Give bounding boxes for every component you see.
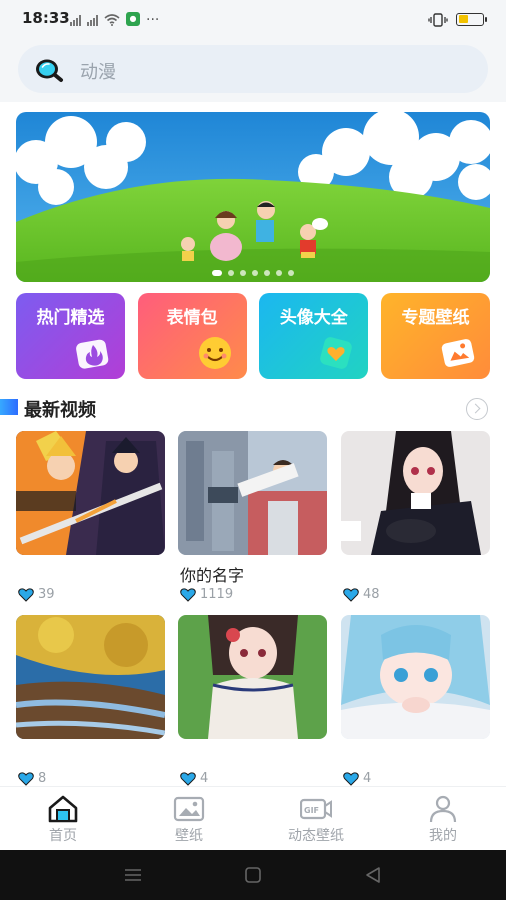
banner-carousel[interactable] — [16, 112, 490, 282]
video-thumbnail[interactable] — [16, 431, 165, 555]
search-placeholder: 动漫 — [80, 62, 116, 83]
back-icon[interactable] — [363, 866, 383, 884]
category-label: 表情包 — [166, 308, 218, 328]
status-icons-right — [428, 12, 487, 27]
heart-icon — [180, 587, 196, 602]
nav-label: 壁纸 — [175, 828, 203, 844]
video-thumbnail[interactable] — [178, 431, 327, 555]
notification-app-icon: ● — [126, 12, 140, 26]
signal-icon — [70, 14, 81, 26]
battery-icon — [456, 12, 487, 26]
category-label: 专题壁纸 — [401, 308, 470, 328]
app-root: 18:33 ● ··· 动漫 热门精选 表情包 头像大全 专题壁纸 最新视频 3… — [0, 0, 506, 900]
carousel-dot[interactable] — [288, 270, 294, 276]
search-area: 动漫 — [0, 40, 506, 102]
section-header: 最新视频 — [0, 394, 506, 422]
video-thumbnail[interactable] — [341, 431, 490, 555]
carousel-dot[interactable] — [228, 270, 234, 276]
category-themed-wallpapers[interactable]: 专题壁纸 — [380, 293, 490, 379]
like-count-row: 4 — [180, 771, 208, 786]
like-count-row: 8 — [18, 771, 46, 786]
person-icon — [429, 795, 457, 823]
video-card[interactable]: 39 — [16, 431, 165, 602]
search-icon — [34, 57, 64, 83]
carousel-dot[interactable] — [252, 270, 258, 276]
carousel-dot[interactable] — [276, 270, 282, 276]
status-icons-left: ● ··· — [70, 12, 160, 28]
video-thumbnail[interactable] — [16, 615, 165, 739]
carousel-dot[interactable] — [212, 270, 222, 276]
heart-icon — [18, 587, 34, 602]
heart-icon — [343, 771, 359, 786]
like-count: 1119 — [200, 587, 234, 602]
nav-label: 动态壁纸 — [288, 828, 344, 844]
video-card[interactable]: 48 — [341, 431, 490, 602]
category-label: 热门精选 — [36, 308, 105, 328]
category-row: 热门精选 表情包 头像大全 专题壁纸 — [16, 293, 490, 379]
svg-text:GIF: GIF — [304, 806, 319, 815]
nav-tab-home[interactable]: 首页 — [0, 787, 126, 851]
home-button-icon[interactable] — [243, 866, 263, 884]
video-card[interactable]: 你的名字 1119 — [178, 431, 327, 602]
video-card[interactable]: 4 — [341, 615, 490, 786]
heart-card-icon — [320, 337, 353, 369]
system-navigation-bar — [0, 850, 506, 900]
like-count-row: 4 — [343, 771, 371, 786]
menu-icon[interactable] — [123, 866, 143, 884]
search-input[interactable]: 动漫 — [18, 45, 488, 93]
more-dots-icon: ··· — [146, 12, 160, 28]
like-count: 39 — [38, 587, 55, 602]
like-count-row: 48 — [343, 587, 380, 602]
carousel-indicator — [16, 270, 490, 276]
video-thumbnail[interactable] — [178, 615, 327, 739]
like-count: 4 — [363, 771, 372, 786]
like-count: 8 — [38, 771, 47, 786]
chevron-right-icon[interactable] — [466, 398, 488, 420]
like-count: 4 — [200, 771, 209, 786]
like-count-row: 39 — [18, 587, 55, 602]
video-card[interactable]: 8 — [16, 615, 165, 786]
smiley-icon — [198, 337, 231, 369]
nav-label: 我的 — [429, 828, 457, 844]
home-icon — [48, 795, 78, 823]
like-count: 48 — [363, 587, 380, 602]
wifi-icon — [104, 14, 120, 26]
carousel-dot[interactable] — [240, 270, 246, 276]
carousel-dot[interactable] — [264, 270, 270, 276]
category-avatars[interactable]: 头像大全 — [259, 293, 369, 379]
video-thumbnail[interactable] — [341, 615, 490, 739]
heart-icon — [180, 771, 196, 786]
nav-label: 首页 — [49, 828, 77, 844]
category-stickers[interactable]: 表情包 — [137, 293, 247, 379]
video-title: 你的名字 — [180, 566, 245, 585]
category-hot-picks[interactable]: 热门精选 — [16, 293, 125, 379]
status-bar: 18:33 ● ··· — [0, 0, 506, 40]
bottom-navigation: 首页 壁纸 GIF 动态壁纸 我的 — [0, 786, 506, 850]
vibrate-icon — [428, 12, 448, 27]
banner-image — [16, 112, 490, 282]
nav-tab-wallpaper[interactable]: 壁纸 — [126, 787, 252, 851]
flame-icon — [76, 339, 109, 369]
section-title: 最新视频 — [24, 400, 96, 421]
gif-icon: GIF — [300, 798, 332, 820]
signal-icon — [87, 14, 98, 26]
image-icon — [173, 796, 205, 822]
status-time: 18:33 — [22, 9, 70, 27]
like-count-row: 1119 — [180, 587, 233, 602]
video-card[interactable]: 4 — [178, 615, 327, 786]
heart-icon — [343, 587, 359, 602]
heart-icon — [18, 771, 34, 786]
category-label: 头像大全 — [279, 308, 348, 328]
photo-card-icon — [441, 339, 475, 367]
nav-tab-profile[interactable]: 我的 — [380, 787, 506, 851]
nav-tab-live-wallpaper[interactable]: GIF 动态壁纸 — [253, 787, 379, 851]
section-accent-bar — [0, 399, 18, 415]
